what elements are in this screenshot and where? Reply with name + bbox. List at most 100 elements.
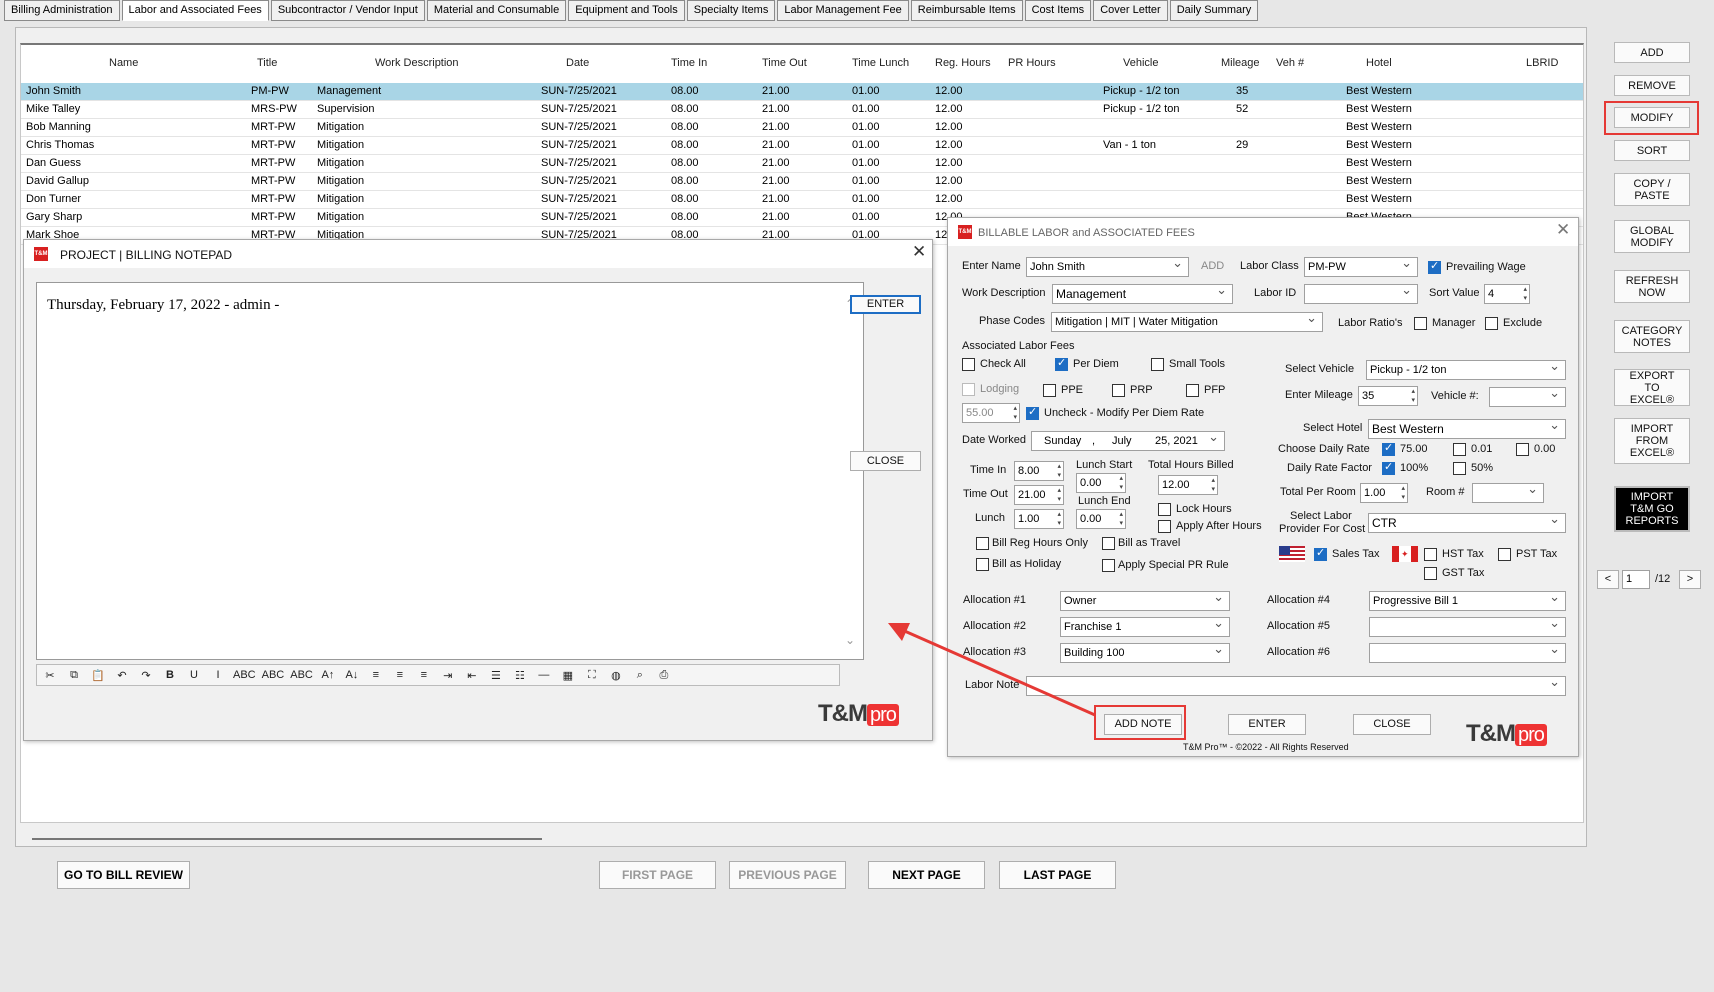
copy-paste-button[interactable]: COPY / PASTE	[1614, 173, 1690, 206]
total-per-room-spinner[interactable]: 1.00	[1360, 483, 1408, 503]
tab-reimbursable-items[interactable]: Reimbursable Items	[910, 0, 1023, 21]
notepad-text-area[interactable]: Thursday, February 17, 2022 - admin - ⌃ …	[36, 282, 864, 660]
toolbar-button-icon[interactable]: B	[161, 669, 179, 681]
pager-page-input[interactable]: 1	[1622, 570, 1650, 589]
table-row[interactable]: David Gallup MRT-PW Mitigation SUN-7/25/202…	[21, 173, 1583, 191]
apply-after-hours-checkbox[interactable]	[1158, 520, 1171, 533]
enter-name-select[interactable]: John Smith	[1026, 257, 1189, 277]
allocation-5-select[interactable]	[1369, 617, 1566, 637]
toolbar-button-icon[interactable]: ≡	[367, 669, 385, 681]
per-diem-rate-spinner[interactable]: 55.00	[962, 403, 1020, 423]
small-tools-checkbox[interactable]	[1151, 358, 1164, 371]
next-page-button[interactable]: NEXT PAGE	[868, 861, 985, 889]
bill-travel-checkbox[interactable]	[1102, 537, 1115, 550]
tab-labor-and-associated-fees[interactable]: Labor and Associated Fees	[121, 0, 269, 21]
toolbar-button-icon[interactable]: —	[535, 669, 553, 681]
rate-001-checkbox[interactable]	[1453, 443, 1466, 456]
horizontal-scrollbar[interactable]	[32, 838, 542, 840]
pager-prev-button[interactable]: <	[1597, 570, 1619, 589]
export-to-excel-button[interactable]: EXPORT TO EXCEL®	[1614, 369, 1690, 406]
factor-50-checkbox[interactable]	[1453, 462, 1466, 475]
phase-codes-select[interactable]: Mitigation | MIT | Water Mitigation	[1051, 312, 1323, 332]
previous-page-button[interactable]: PREVIOUS PAGE	[729, 861, 846, 889]
enter-mileage-spinner[interactable]: 35	[1358, 386, 1418, 406]
col-time-out[interactable]: Time Out	[762, 57, 807, 69]
tab-daily-summary[interactable]: Daily Summary	[1169, 0, 1259, 21]
room-num-select[interactable]	[1472, 483, 1544, 503]
labor-provider-select[interactable]: CTR	[1368, 513, 1566, 533]
allocation-1-select[interactable]: Owner	[1060, 591, 1230, 611]
go-to-bill-review-button[interactable]: GO TO BILL REVIEW	[57, 861, 190, 889]
toolbar-button-icon[interactable]: ↶	[113, 669, 131, 682]
toolbar-button-icon[interactable]: 📋	[89, 669, 107, 682]
select-vehicle-select[interactable]: Pickup - 1/2 ton	[1366, 360, 1566, 380]
col-name[interactable]: Name	[109, 57, 138, 69]
bill-reg-hours-checkbox[interactable]	[976, 537, 989, 550]
tab-cover-letter[interactable]: Cover Letter	[1093, 0, 1168, 21]
toolbar-button-icon[interactable]: ☷	[511, 669, 529, 682]
toolbar-button-icon[interactable]: ≡	[415, 669, 433, 681]
global-modify-button[interactable]: GLOBAL MODIFY	[1614, 220, 1690, 253]
col-date[interactable]: Date	[566, 57, 589, 69]
col-mileage[interactable]: Mileage	[1221, 57, 1260, 69]
vehicle-num-select[interactable]	[1489, 387, 1566, 407]
allocation-6-select[interactable]	[1369, 643, 1566, 663]
col-veh-num[interactable]: Veh #	[1276, 57, 1304, 69]
labor-close-button[interactable]: CLOSE	[1353, 714, 1431, 735]
factor-100-checkbox[interactable]	[1382, 460, 1395, 475]
time-in-spinner[interactable]: 8.00	[1014, 461, 1064, 481]
col-time-in[interactable]: Time In	[671, 57, 707, 69]
pager-next-button[interactable]: >	[1679, 570, 1701, 589]
toolbar-button-icon[interactable]: I	[209, 669, 227, 681]
manager-checkbox[interactable]	[1414, 317, 1427, 330]
toolbar-button-icon[interactable]: ABC	[290, 669, 313, 681]
tab-labor-management-fee[interactable]: Labor Management Fee	[777, 0, 909, 21]
toolbar-button-icon[interactable]: ABC	[233, 669, 256, 681]
first-page-button[interactable]: FIRST PAGE	[599, 861, 716, 889]
lodging-checkbox[interactable]	[962, 383, 975, 396]
toolbar-button-icon[interactable]: ⇤	[463, 669, 481, 682]
remove-button[interactable]: REMOVE	[1614, 75, 1690, 96]
table-row[interactable]: Mike Talley MRS-PW Supervision SUN-7/25/202…	[21, 101, 1583, 119]
col-lbrid[interactable]: LBRID	[1526, 57, 1558, 69]
prevailing-wage-checkbox[interactable]	[1428, 259, 1441, 274]
tab-specialty-items[interactable]: Specialty Items	[686, 0, 776, 21]
col-title[interactable]: Title	[257, 57, 277, 69]
uncheck-modify-per-diem-checkbox[interactable]	[1026, 405, 1039, 420]
sort-value-spinner[interactable]: 4	[1484, 284, 1530, 304]
tab-equipment-and-tools[interactable]: Equipment and Tools	[568, 0, 685, 21]
toolbar-button-icon[interactable]: A↑	[319, 669, 337, 681]
import-from-excel-button[interactable]: IMPORT FROM EXCEL®	[1614, 418, 1690, 464]
toolbar-button-icon[interactable]: ≡	[391, 669, 409, 681]
toolbar-button-icon[interactable]: ☰	[487, 669, 505, 682]
work-description-select[interactable]: Management	[1052, 284, 1233, 304]
scroll-down-icon[interactable]: ⌄	[845, 633, 855, 647]
ppe-checkbox[interactable]	[1043, 384, 1056, 397]
toolbar-button-icon[interactable]: U	[185, 669, 203, 681]
table-row[interactable]: Don Turner MRT-PW Mitigation SUN-7/25/2021 0…	[21, 191, 1583, 209]
category-notes-button[interactable]: CATEGORY NOTES	[1614, 320, 1690, 353]
notepad-enter-button[interactable]: ENTER	[850, 295, 921, 314]
toolbar-button-icon[interactable]: ⇥	[439, 669, 457, 682]
toolbar-button-icon[interactable]: ⌕	[631, 669, 649, 682]
tab-billing-administration[interactable]: Billing Administration	[4, 0, 120, 21]
pfp-checkbox[interactable]	[1186, 384, 1199, 397]
toolbar-button-icon[interactable]: ↷	[137, 669, 155, 682]
gst-tax-checkbox[interactable]	[1424, 567, 1437, 580]
toolbar-button-icon[interactable]: A↓	[343, 669, 361, 681]
labor-class-select[interactable]: PM-PW	[1304, 257, 1418, 277]
col-reg-hours[interactable]: Reg. Hours	[935, 57, 991, 69]
col-hotel[interactable]: Hotel	[1366, 57, 1392, 69]
col-pr-hours[interactable]: PR Hours	[1008, 57, 1056, 69]
col-vehicle[interactable]: Vehicle	[1123, 57, 1158, 69]
labor-id-select[interactable]	[1304, 284, 1418, 304]
table-row[interactable]: Chris Thomas MRT-PW Mitigation SUN-7/25/202…	[21, 137, 1583, 155]
table-row[interactable]: Bob Manning MRT-PW Mitigation SUN-7/25/2021…	[21, 119, 1583, 137]
add-name-button[interactable]: ADD	[1201, 260, 1224, 272]
toolbar-button-icon[interactable]: ⧉	[65, 669, 83, 682]
total-hours-spinner[interactable]: 12.00	[1158, 475, 1218, 495]
tab-cost-items[interactable]: Cost Items	[1024, 0, 1092, 21]
toolbar-button-icon[interactable]: ⛶	[583, 669, 601, 682]
table-row[interactable]: Dan Guess MRT-PW Mitigation SUN-7/25/2021 08…	[21, 155, 1583, 173]
toolbar-button-icon[interactable]: ✂	[41, 669, 59, 682]
